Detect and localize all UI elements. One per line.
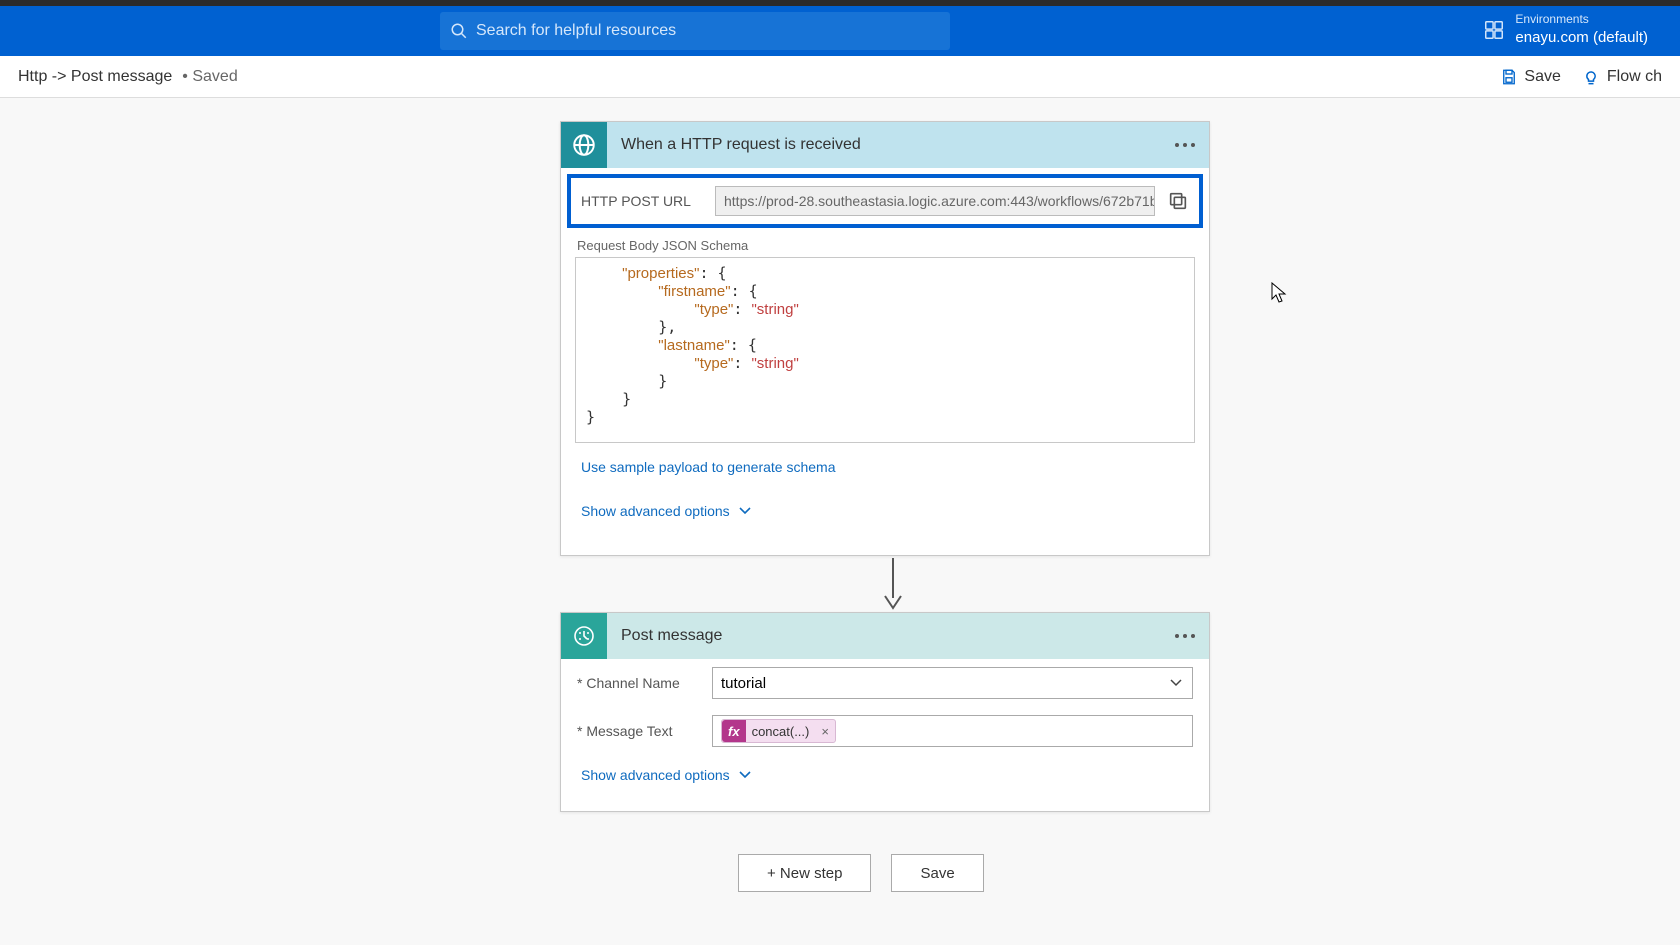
post-message-icon xyxy=(561,613,607,659)
environments-label: Environments xyxy=(1515,12,1648,28)
environment-name: enayu.com (default) xyxy=(1515,28,1648,48)
channel-name-select[interactable]: tutorial xyxy=(712,667,1193,699)
flow-checker-label: Flow ch xyxy=(1607,68,1662,86)
show-advanced-options-link-action[interactable]: Show advanced options xyxy=(581,767,752,783)
action-menu-button[interactable] xyxy=(1167,618,1203,654)
action-card: Post message Channel Name tutorial Messa… xyxy=(560,612,1210,812)
message-text-input[interactable]: fx concat(...) × xyxy=(712,715,1193,747)
http-request-icon xyxy=(561,122,607,168)
save-icon xyxy=(1500,68,1518,86)
action-title: Post message xyxy=(607,627,1167,645)
copy-icon[interactable] xyxy=(1167,190,1189,212)
new-step-button[interactable]: + New step xyxy=(738,854,871,892)
flow-checker-icon xyxy=(1581,67,1601,87)
flow-checker-button[interactable]: Flow ch xyxy=(1581,67,1662,87)
search-icon xyxy=(450,22,468,40)
http-post-url-label: HTTP POST URL xyxy=(581,193,703,209)
message-text-label: Message Text xyxy=(577,723,712,739)
schema-editor[interactable]: "properties": { "firstname": { "type": "… xyxy=(575,257,1195,443)
use-sample-payload-link[interactable]: Use sample payload to generate schema xyxy=(581,459,835,475)
trigger-menu-button[interactable] xyxy=(1167,127,1203,163)
top-nav: Environments enayu.com (default) xyxy=(0,6,1680,56)
connector-arrow-icon[interactable] xyxy=(878,558,908,612)
mouse-cursor-icon xyxy=(1271,282,1287,304)
schema-label: Request Body JSON Schema xyxy=(577,238,1209,253)
fx-icon: fx xyxy=(722,720,746,742)
trigger-card: When a HTTP request is received HTTP POS… xyxy=(560,121,1210,556)
trigger-title: When a HTTP request is received xyxy=(607,136,1167,154)
http-post-url-field[interactable]: https://prod-28.southeastasia.logic.azur… xyxy=(715,186,1155,216)
saved-indicator: • Saved xyxy=(182,68,237,86)
environments-icon xyxy=(1483,19,1505,41)
expression-token[interactable]: fx concat(...) × xyxy=(721,719,836,743)
toolbar: Http -> Post message • Saved Save Flow c… xyxy=(0,56,1680,98)
search-box[interactable] xyxy=(440,12,950,50)
show-advanced-options-link-trigger[interactable]: Show advanced options xyxy=(581,503,752,519)
expression-token-text: concat(...) xyxy=(746,724,816,739)
chevron-down-icon xyxy=(738,506,752,516)
breadcrumb: Http -> Post message xyxy=(18,68,172,86)
remove-token-button[interactable]: × xyxy=(815,724,835,739)
designer-canvas[interactable]: When a HTTP request is received HTTP POS… xyxy=(0,98,1680,945)
channel-name-label: Channel Name xyxy=(577,675,712,691)
save-button[interactable]: Save xyxy=(1500,68,1560,86)
chevron-down-icon xyxy=(738,770,752,780)
save-flow-button[interactable]: Save xyxy=(891,854,983,892)
trigger-header[interactable]: When a HTTP request is received xyxy=(561,122,1209,168)
http-post-url-row: HTTP POST URL https://prod-28.southeasta… xyxy=(567,174,1203,228)
environment-picker[interactable]: Environments enayu.com (default) xyxy=(1483,12,1648,47)
action-header[interactable]: Post message xyxy=(561,613,1209,659)
search-input[interactable] xyxy=(476,22,940,40)
